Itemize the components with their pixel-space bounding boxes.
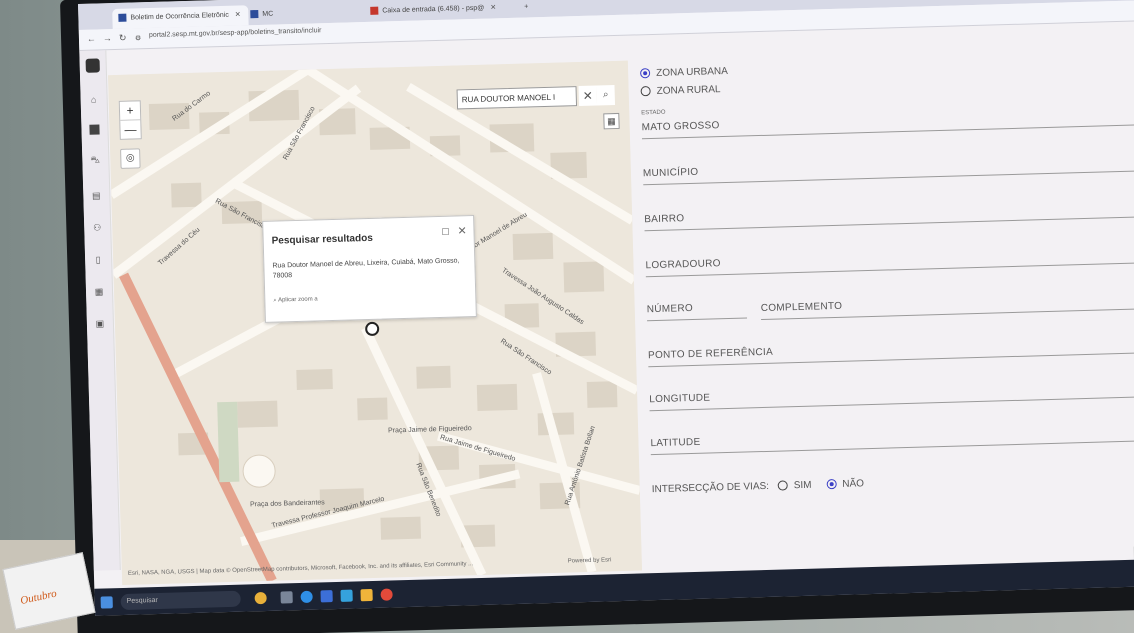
zoom-out-button[interactable]: —	[120, 119, 141, 139]
users-icon[interactable]: ⚇	[92, 222, 102, 232]
new-tab-button[interactable]: +	[518, 0, 535, 18]
clear-search-icon[interactable]: ✕	[578, 85, 598, 107]
windows-start-icon[interactable]	[100, 596, 113, 609]
numero-label: NÚMERO	[646, 302, 694, 316]
widgets-icon[interactable]	[254, 591, 267, 605]
nao-option[interactable]: NÃO	[826, 478, 864, 490]
basemap-gallery-icon[interactable]: ▦	[603, 112, 620, 130]
url-text[interactable]: portal2.sesp.mt.gov.br/sesp-app/boletins…	[149, 27, 322, 39]
logradouro-label: LOGRADOURO	[645, 258, 721, 272]
complemento-field[interactable]: COMPLEMENTO	[760, 286, 1134, 321]
chrome-icon[interactable]	[380, 588, 393, 601]
site-info-icon[interactable]: ⚙	[135, 34, 141, 42]
car-icon[interactable]: ⛍	[90, 154, 101, 164]
close-tab-icon[interactable]: ✕	[490, 4, 496, 11]
popup-title: Pesquisar resultados	[271, 232, 373, 247]
site-favicon-icon	[118, 13, 127, 23]
map-view[interactable]: Rua do Carmo Rua São Francisco Rua São F…	[107, 60, 643, 585]
numero-field[interactable]: NÚMERO	[646, 295, 748, 322]
zona-rural-option[interactable]: ZONA RURAL	[640, 84, 721, 97]
close-tab-icon[interactable]: ✕	[235, 11, 241, 18]
store-icon[interactable]	[320, 590, 333, 603]
estado-field[interactable]: MATO GROSSO	[641, 102, 1134, 140]
monitor-screen: Boletim de Ocorrência Eletrônic ✕ MC Caix…	[78, 0, 1134, 616]
complemento-label: COMPLEMENTO	[760, 300, 843, 315]
mail-app-icon[interactable]	[340, 589, 353, 602]
settings-icon[interactable]: ▣	[95, 318, 105, 328]
document-icon[interactable]	[89, 124, 100, 135]
bairro-field[interactable]: BAIRRO	[643, 194, 1134, 232]
latitude-field[interactable]: LATITUDE	[650, 418, 1134, 456]
photo-scene: Boletim de Ocorrência Eletrônic ✕ MC Caix…	[0, 0, 1134, 633]
search-results-popup: Pesquisar resultados ☐ ✕ Rua Doutor Mano…	[262, 215, 477, 323]
popup-address: Rua Doutor Manoel de Abreu, Lixeira, Cui…	[272, 257, 460, 280]
close-icon[interactable]: ✕	[457, 224, 467, 237]
file-icon[interactable]: ▯	[93, 254, 103, 264]
interseccao-label: INTERSECÇÃO DE VIAS:	[651, 480, 770, 496]
search-icon[interactable]: ⌕	[596, 85, 616, 106]
zoom-to-link[interactable]: ⌕ Aplicar zoom a	[273, 296, 318, 304]
gmail-icon	[370, 6, 379, 15]
task-view-icon[interactable]	[280, 591, 293, 604]
taskbar-search[interactable]: Pesquisar	[120, 590, 241, 611]
logradouro-field[interactable]: LOGRADOURO	[645, 240, 1134, 278]
zoom-in-button[interactable]: +	[120, 101, 140, 120]
maximize-icon[interactable]: ☐	[441, 227, 449, 238]
radio-icon[interactable]	[640, 86, 651, 97]
sim-option[interactable]: SIM	[777, 480, 812, 492]
calendar-icon[interactable]: ▦	[94, 286, 104, 296]
home-icon[interactable]: ⌂	[89, 94, 99, 105]
zona-urbana-option[interactable]: ZONA URBANA	[640, 66, 728, 79]
bairro-label: BAIRRO	[644, 213, 685, 226]
map-search-input[interactable]: RUA DOUTOR MANOEL I	[456, 86, 578, 110]
radio-selected-icon[interactable]	[640, 68, 651, 79]
latitude-label: LATITUDE	[650, 436, 701, 450]
longitude-label: LONGITUDE	[649, 392, 711, 406]
radio-selected-icon[interactable]	[826, 479, 837, 490]
ponto-referencia-label: PONTO DE REFERÊNCIA	[647, 346, 774, 362]
back-icon[interactable]: ←	[87, 34, 96, 44]
zoom-control: + —	[118, 100, 142, 140]
interseccao-row: INTERSECÇÃO DE VIAS: SIM NÃO	[652, 478, 864, 495]
longitude-field[interactable]: LONGITUDE	[648, 374, 1134, 412]
ponto-referencia-field[interactable]: PONTO DE REFERÊNCIA	[647, 330, 1134, 368]
municipio-field[interactable]: MUNICÍPIO	[642, 148, 1134, 186]
locate-icon[interactable]: ◎	[120, 148, 141, 169]
forward-icon[interactable]: →	[103, 33, 112, 43]
estado-value: MATO GROSSO	[641, 120, 720, 134]
address-form: ZONA URBANA ZONA RURAL ESTADO MATO GROSS…	[640, 44, 1134, 578]
municipio-label: MUNICÍPIO	[642, 166, 699, 180]
site-favicon-icon	[250, 10, 259, 19]
edge-icon[interactable]	[300, 590, 313, 604]
list-icon[interactable]: ▤	[91, 190, 101, 200]
calendar-month: Outubro	[19, 587, 58, 608]
app-logo-icon[interactable]	[85, 58, 100, 73]
powered-by-esri[interactable]: Powered by Esri	[568, 557, 612, 564]
reload-icon[interactable]: ↻	[119, 33, 127, 44]
radio-icon[interactable]	[777, 480, 788, 492]
file-explorer-icon[interactable]	[360, 589, 373, 602]
